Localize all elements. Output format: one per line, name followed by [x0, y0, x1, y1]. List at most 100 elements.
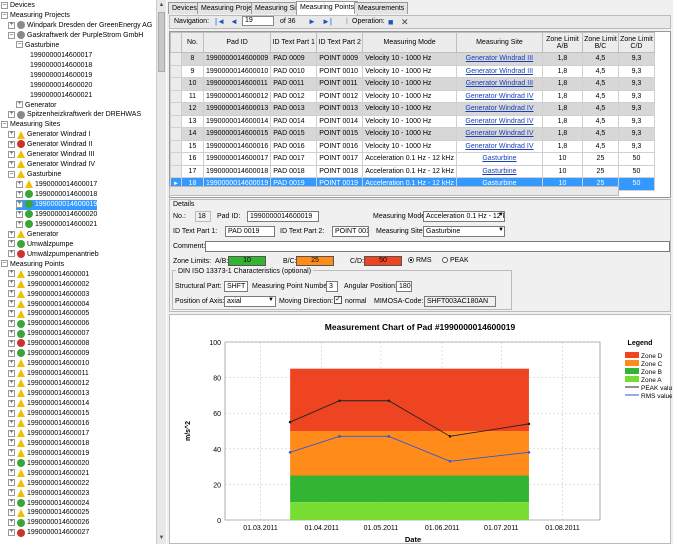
tree-point[interactable]: +1990000014600003: [8, 289, 89, 300]
measuring-site-link[interactable]: Gasturbine: [455, 152, 543, 166]
tree-site[interactable]: + Generator Windrad IV: [8, 160, 95, 170]
table-row[interactable]: 8 1990000014600009 PAD 0009 POINT 0009 Veloc…: [170, 52, 655, 66]
expand-toggle-icon[interactable]: –: [1, 260, 8, 268]
expand-toggle-icon[interactable]: +: [8, 499, 15, 507]
column-header[interactable]: Zone Limit A/B: [541, 32, 583, 53]
tree-measuring-points[interactable]: – Measuring Points: [1, 260, 64, 270]
tree-point[interactable]: +1990000014600027: [8, 528, 89, 538]
expand-toggle-icon[interactable]: –: [1, 1, 8, 9]
expand-toggle-icon[interactable]: –: [1, 121, 8, 129]
tree-umwaelzantrieb[interactable]: + Umwälzpumpenantrieb: [8, 249, 99, 260]
tree-point[interactable]: +1990000014600020: [8, 458, 89, 469]
expand-toggle-icon[interactable]: +: [8, 140, 15, 148]
pad-id-field[interactable]: 1990000014600019: [247, 211, 319, 222]
tree-ms-gt-point[interactable]: +1990000014600019: [16, 200, 98, 210]
tree-point[interactable]: +1990000014600017: [8, 429, 89, 439]
measuring-site-link[interactable]: Generator Windrad III: [455, 77, 543, 91]
expand-toggle-icon[interactable]: +: [8, 240, 15, 248]
column-header[interactable]: ID Text Part 2: [316, 32, 364, 53]
row-selector[interactable]: [170, 114, 182, 128]
expand-toggle-icon[interactable]: +: [8, 479, 15, 487]
row-selector[interactable]: [170, 77, 182, 91]
tree-measuring-projects[interactable]: – Measuring Projects: [1, 11, 70, 21]
measuring-mode-select[interactable]: Acceleration 0.1 Hz - 12 kHz: [423, 211, 505, 222]
next-record-icon[interactable]: ►: [308, 16, 316, 28]
row-selector[interactable]: [170, 64, 182, 78]
expand-toggle-icon[interactable]: –: [8, 170, 15, 178]
column-header[interactable]: Pad ID: [202, 32, 272, 53]
expand-toggle-icon[interactable]: –: [1, 11, 8, 19]
measuring-site-link[interactable]: Generator Windrad III: [455, 52, 543, 66]
tree-point[interactable]: +1990000014600014: [8, 399, 89, 409]
expand-toggle-icon[interactable]: +: [16, 190, 23, 198]
chevron-down-icon[interactable]: ▼: [268, 297, 274, 303]
measuring-site-link[interactable]: Generator Windrad III: [455, 64, 543, 78]
tree-spitzen[interactable]: + Spitzenheizkraftwerk der DREHWAS: [8, 110, 141, 120]
zone-bc-field[interactable]: 25: [296, 256, 334, 266]
table-row[interactable]: 12 1990000014600013 PAD 0013 POINT 0013 Velo…: [170, 102, 655, 116]
measuring-site-select[interactable]: Gasturbine: [423, 226, 505, 237]
expand-toggle-icon[interactable]: +: [8, 270, 15, 278]
column-header[interactable]: ID Text Part 1: [270, 32, 318, 53]
expand-toggle-icon[interactable]: +: [8, 429, 15, 437]
tab-measurements[interactable]: Measurements: [354, 2, 409, 14]
delete-icon[interactable]: ✕: [401, 16, 409, 28]
expand-toggle-icon[interactable]: +: [8, 359, 15, 367]
tree-ms-gt-point[interactable]: +1990000014600017: [16, 180, 97, 190]
tree-point[interactable]: +1990000014600011: [8, 369, 89, 379]
peak-radio[interactable]: PEAK: [442, 257, 469, 264]
expand-toggle-icon[interactable]: +: [8, 399, 15, 407]
expand-toggle-icon[interactable]: +: [8, 150, 15, 158]
tree-scrollbar[interactable]: ▲ ▼: [156, 0, 166, 544]
row-selector[interactable]: [170, 102, 182, 116]
expand-toggle-icon[interactable]: +: [8, 290, 15, 298]
tree-ms-gt-point[interactable]: +1990000014600021: [16, 220, 97, 230]
tree-measuring-sites[interactable]: – Measuring Sites: [1, 120, 60, 130]
expand-toggle-icon[interactable]: +: [8, 489, 15, 497]
expand-toggle-icon[interactable]: +: [8, 230, 15, 238]
expand-toggle-icon[interactable]: +: [8, 409, 15, 417]
expand-toggle-icon[interactable]: +: [16, 101, 23, 109]
zone-cd-field[interactable]: 50: [364, 256, 402, 266]
id-text-1-field[interactable]: PAD 0019: [225, 226, 275, 237]
measuring-site-link[interactable]: Generator Windrad IV: [455, 89, 543, 103]
expand-toggle-icon[interactable]: +: [8, 339, 15, 347]
tree-ms-gasturbine[interactable]: – Gasturbine: [8, 170, 61, 180]
row-selector[interactable]: [170, 89, 182, 103]
expand-toggle-icon[interactable]: +: [16, 200, 23, 208]
expand-toggle-icon[interactable]: +: [8, 439, 15, 447]
tree-ms-gt-point[interactable]: +1990000014600020: [16, 210, 97, 220]
previous-record-icon[interactable]: ◄: [230, 16, 238, 28]
scroll-up-icon[interactable]: ▲: [158, 1, 165, 9]
column-header[interactable]: Zone Limit C/D: [617, 32, 655, 53]
tree-point[interactable]: +1990000014600012: [8, 379, 89, 389]
expand-toggle-icon[interactable]: +: [8, 379, 15, 387]
column-header[interactable]: No.: [180, 32, 204, 53]
row-selector[interactable]: [170, 52, 182, 66]
row-selector[interactable]: [170, 152, 182, 166]
tree-gt-point[interactable]: 1990000014600018: [30, 61, 92, 71]
last-record-icon[interactable]: ►|: [322, 16, 332, 28]
tab-measuring-points[interactable]: Measuring Points: [296, 1, 359, 15]
tree-umwaelzpumpe[interactable]: + Umwälzpumpe: [8, 239, 73, 250]
expand-toggle-icon[interactable]: +: [8, 111, 15, 119]
angular-position-field[interactable]: 180: [396, 281, 412, 292]
tree-point[interactable]: +1990000014600022: [8, 478, 89, 489]
tree-point[interactable]: +1990000014600023: [8, 488, 89, 499]
normal-checkbox[interactable]: ✓: [334, 296, 342, 304]
tree-point[interactable]: +1990000014600009: [8, 349, 89, 359]
expand-toggle-icon[interactable]: +: [8, 250, 15, 258]
table-row[interactable]: 16 1990000014600017 PAD 0017 POINT 0017 Acce…: [170, 152, 655, 166]
tab-devices[interactable]: Devices: [168, 2, 201, 14]
tree-point[interactable]: +1990000014600024: [8, 498, 89, 509]
tree-gasturbine[interactable]: – Gasturbine: [16, 41, 59, 51]
chevron-down-icon[interactable]: ▼: [498, 212, 504, 218]
structural-part-field[interactable]: SHFT: [224, 281, 248, 292]
rms-radio[interactable]: RMS: [408, 257, 432, 264]
tree-gt-point[interactable]: 1990000014600020: [30, 81, 92, 91]
record-number-input[interactable]: 19: [242, 16, 274, 26]
column-header[interactable]: Measuring Mode: [362, 32, 457, 53]
chevron-down-icon[interactable]: ▼: [498, 227, 504, 233]
tree-point[interactable]: +1990000014600015: [8, 409, 89, 419]
tree-site[interactable]: + Generator Windrad II: [8, 140, 92, 150]
